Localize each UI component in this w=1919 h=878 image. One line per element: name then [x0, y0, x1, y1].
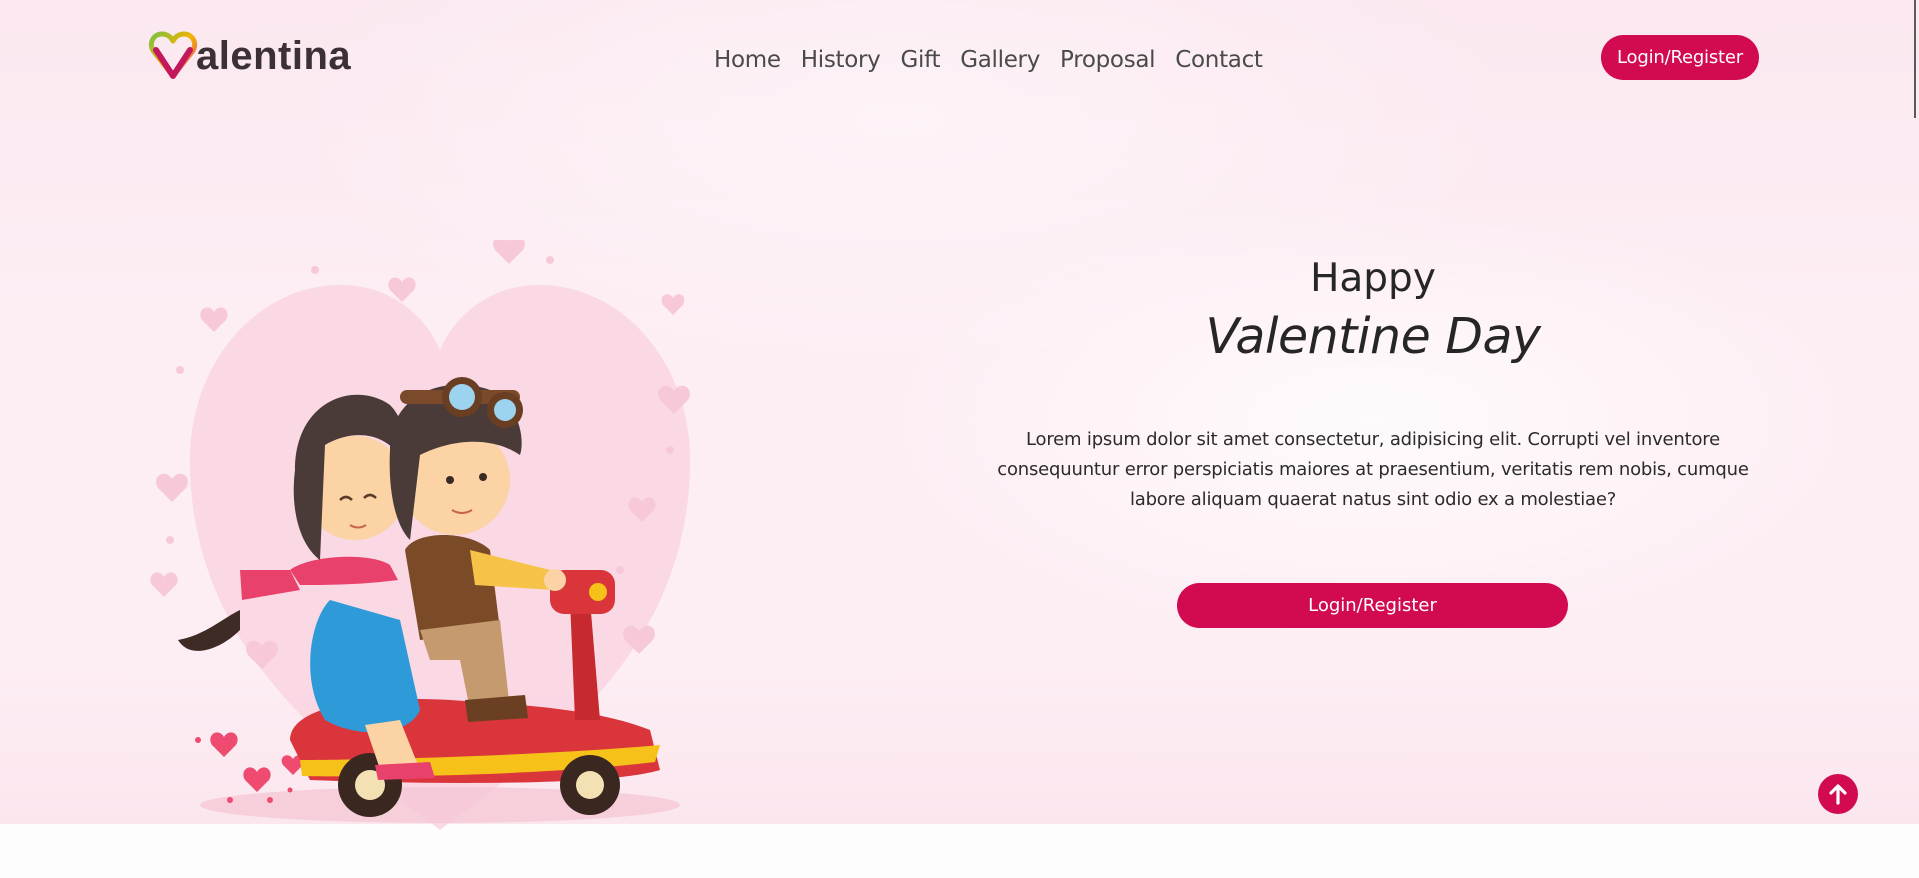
heart-icon: [148, 31, 198, 79]
header-login-button[interactable]: Login/Register: [1601, 35, 1759, 80]
back-to-top-button[interactable]: [1818, 774, 1858, 814]
hero-subtitle: Happy: [1310, 256, 1436, 301]
couple-scooter-illustration: [150, 240, 690, 830]
hero-login-button[interactable]: Login/Register: [1177, 583, 1568, 628]
next-section: [0, 824, 1919, 878]
brand-logo[interactable]: alentina: [148, 30, 358, 84]
hero-title: Valentine Day: [1205, 307, 1541, 365]
scrollbar[interactable]: [1914, 0, 1916, 118]
nav-item-proposal[interactable]: Proposal: [1060, 47, 1156, 73]
hero-description: Lorem ipsum dolor sit amet consectetur, …: [997, 429, 1749, 511]
arrow-up-icon: [1829, 784, 1847, 805]
nav-item-gallery[interactable]: Gallery: [960, 47, 1040, 73]
nav-item-gift[interactable]: Gift: [900, 47, 940, 73]
main-nav: Home History Gift Gallery Proposal Conta…: [714, 40, 1263, 80]
nav-item-home[interactable]: Home: [714, 47, 781, 73]
nav-item-contact[interactable]: Contact: [1175, 47, 1263, 73]
hero-content: Happy Valentine Day Lorem ipsum dolor si…: [980, 250, 1766, 515]
logo-text: alentina: [196, 34, 352, 78]
nav-item-history[interactable]: History: [801, 47, 881, 73]
